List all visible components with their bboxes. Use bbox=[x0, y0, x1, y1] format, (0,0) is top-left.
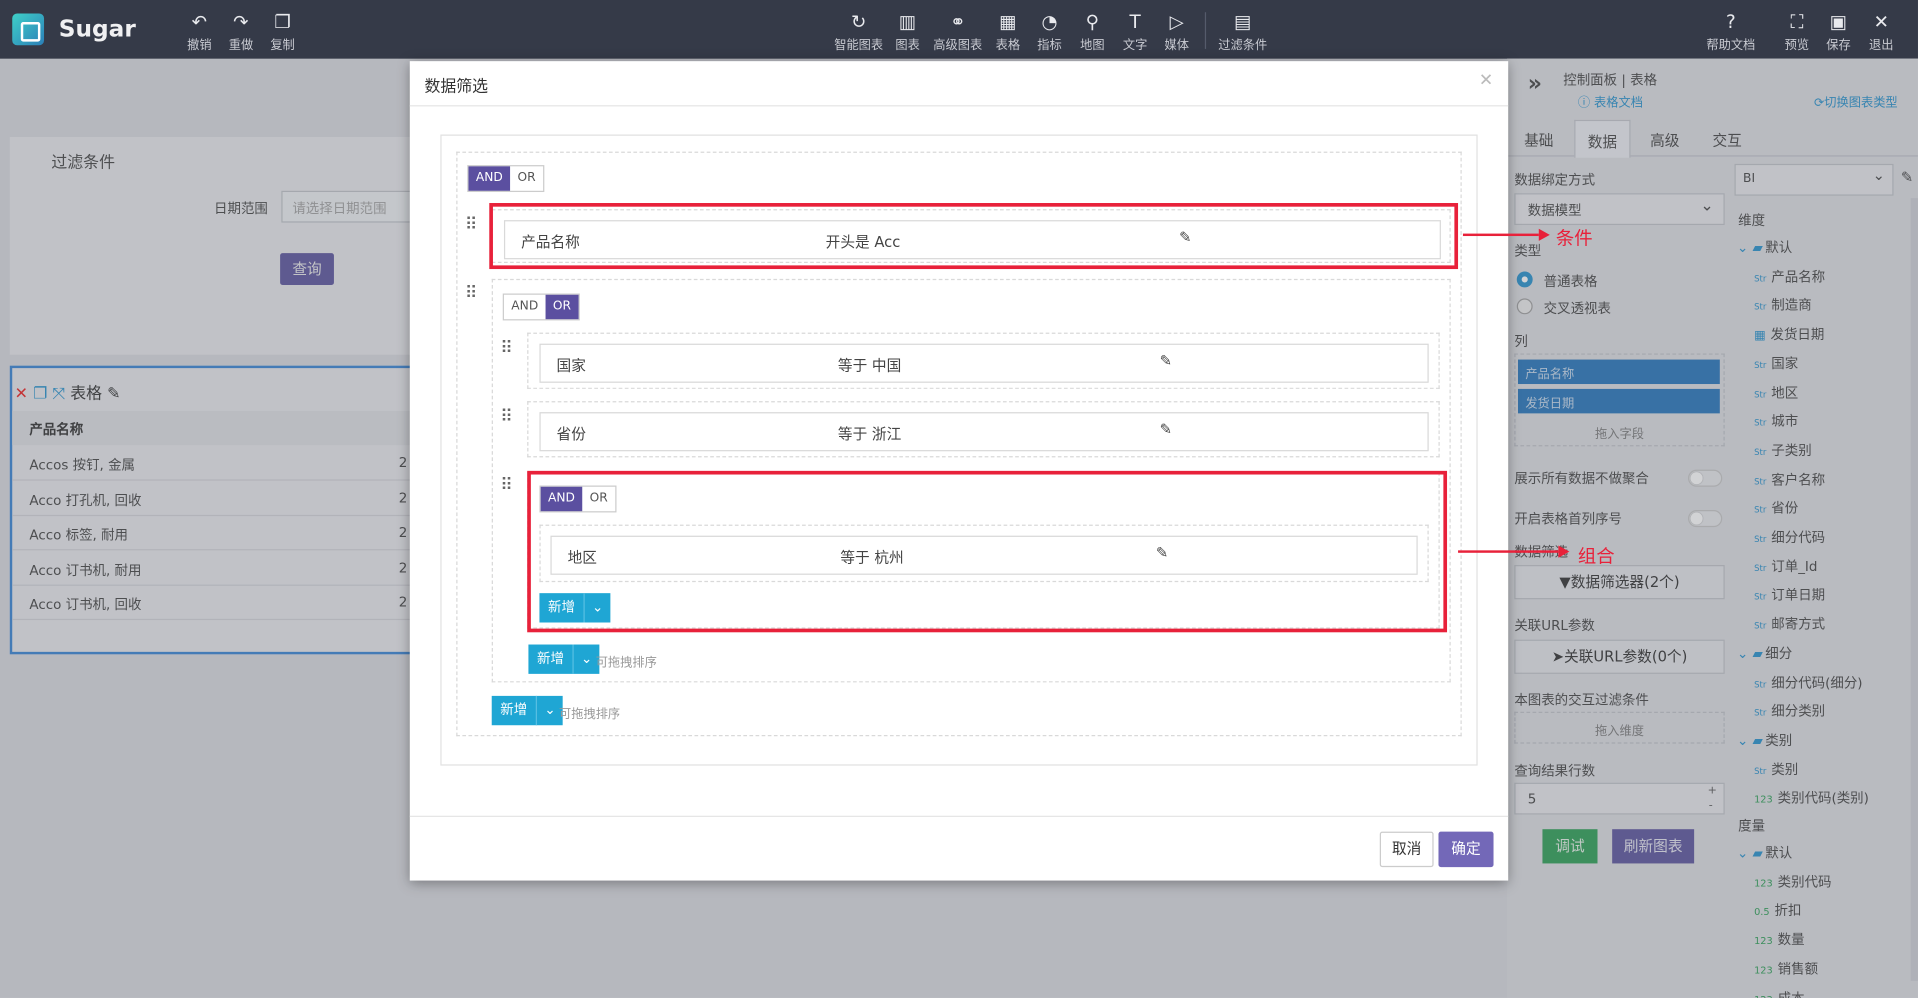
arrow-head-icon bbox=[1538, 228, 1550, 241]
toolbar-button-label: 复制 bbox=[270, 39, 295, 53]
and-toggle[interactable]: AND bbox=[468, 166, 511, 191]
sugar-logo-icon bbox=[12, 13, 45, 46]
toolbar-button-label: 过滤条件 bbox=[1218, 39, 1268, 53]
toolbar-button-help[interactable]: ? 帮助文档 bbox=[1701, 11, 1760, 53]
toolbar-button-copy[interactable]: ❐ 复制 bbox=[262, 11, 304, 53]
sortable-hint: 可拖拽排序 bbox=[559, 708, 621, 722]
toolbar-button-label: 帮助文档 bbox=[1706, 39, 1756, 53]
media-icon: ▷ bbox=[1169, 11, 1184, 34]
redo-icon: ↷ bbox=[233, 11, 249, 34]
add-button[interactable]: 新增 ⌄ bbox=[491, 695, 563, 726]
toolbar-button-label: 重做 bbox=[228, 39, 254, 53]
or-toggle[interactable]: OR bbox=[545, 294, 579, 320]
undo-icon: ↶ bbox=[191, 11, 208, 34]
app-name: Sugar bbox=[58, 15, 136, 43]
toolbar-button-filter-condition[interactable]: ▤ 过滤条件 bbox=[1213, 11, 1272, 53]
condition-item[interactable]: 国家 等于 中国 ✎ bbox=[539, 343, 1429, 383]
arrow-head-icon bbox=[1558, 545, 1570, 558]
drag-handle-icon[interactable]: ⠿ bbox=[500, 477, 513, 494]
toolbar-button-label: 退出 bbox=[1869, 39, 1894, 53]
close-icon[interactable]: ✕ bbox=[1479, 71, 1493, 91]
copy-icon: ❐ bbox=[274, 11, 291, 34]
and-toggle[interactable]: AND bbox=[504, 295, 546, 319]
drag-handle-icon[interactable]: ⠿ bbox=[465, 216, 478, 233]
toolbar-button-redo[interactable]: ↷ 重做 bbox=[220, 11, 262, 53]
group-logic-toggle[interactable]: AND OR bbox=[502, 293, 580, 321]
toolbar-button-media[interactable]: ▷ 媒体 bbox=[1147, 11, 1206, 53]
condition-operator: 等于 中国 bbox=[837, 357, 902, 375]
drag-handle-icon[interactable]: ⠿ bbox=[500, 340, 513, 357]
condition-item[interactable]: 省份 等于 浙江 ✎ bbox=[539, 412, 1429, 452]
edit-condition-icon[interactable]: ✎ bbox=[1160, 421, 1172, 438]
toolbar-button-exit[interactable]: ✕ 退出 bbox=[1852, 11, 1911, 53]
toolbar-button-undo[interactable]: ↶ 撤销 bbox=[179, 11, 221, 53]
cancel-button[interactable]: 取消 bbox=[1379, 831, 1434, 868]
condition-highlight-box bbox=[489, 203, 1459, 270]
condition-field: 省份 bbox=[556, 425, 586, 443]
sortable-hint: 可拖拽排序 bbox=[595, 656, 657, 671]
condition-field: 国家 bbox=[556, 357, 586, 375]
confirm-button[interactable]: 确定 bbox=[1438, 831, 1494, 868]
edit-condition-icon[interactable]: ✎ bbox=[1160, 352, 1172, 369]
dialog-divider bbox=[409, 815, 1509, 817]
dialog-divider bbox=[409, 105, 1509, 107]
exit-icon: ✕ bbox=[1873, 11, 1889, 34]
group-highlight-box bbox=[527, 470, 1448, 633]
toolbar-button-label: 媒体 bbox=[1164, 39, 1189, 53]
add-button[interactable]: 新增 ⌄ bbox=[528, 644, 600, 674]
help-icon: ? bbox=[1725, 11, 1736, 34]
drag-handle-icon[interactable]: ⠿ bbox=[500, 408, 513, 425]
or-toggle[interactable]: OR bbox=[510, 166, 543, 190]
dialog-title: 数据筛选 bbox=[424, 78, 489, 97]
condition-annotation: 条件 bbox=[1555, 227, 1593, 250]
root-logic-toggle[interactable]: AND OR bbox=[467, 165, 545, 193]
filter-condition-icon: ▤ bbox=[1234, 11, 1252, 34]
condition-arrow bbox=[1462, 233, 1539, 237]
condition-operator: 等于 浙江 bbox=[837, 425, 902, 443]
toolbar-button-label: 撤销 bbox=[187, 39, 212, 53]
group-annotation: 组合 bbox=[1577, 545, 1615, 568]
toolbar-separator bbox=[1204, 12, 1207, 49]
drag-handle-icon[interactable]: ⠿ bbox=[465, 285, 478, 302]
group-arrow bbox=[1458, 550, 1559, 553]
